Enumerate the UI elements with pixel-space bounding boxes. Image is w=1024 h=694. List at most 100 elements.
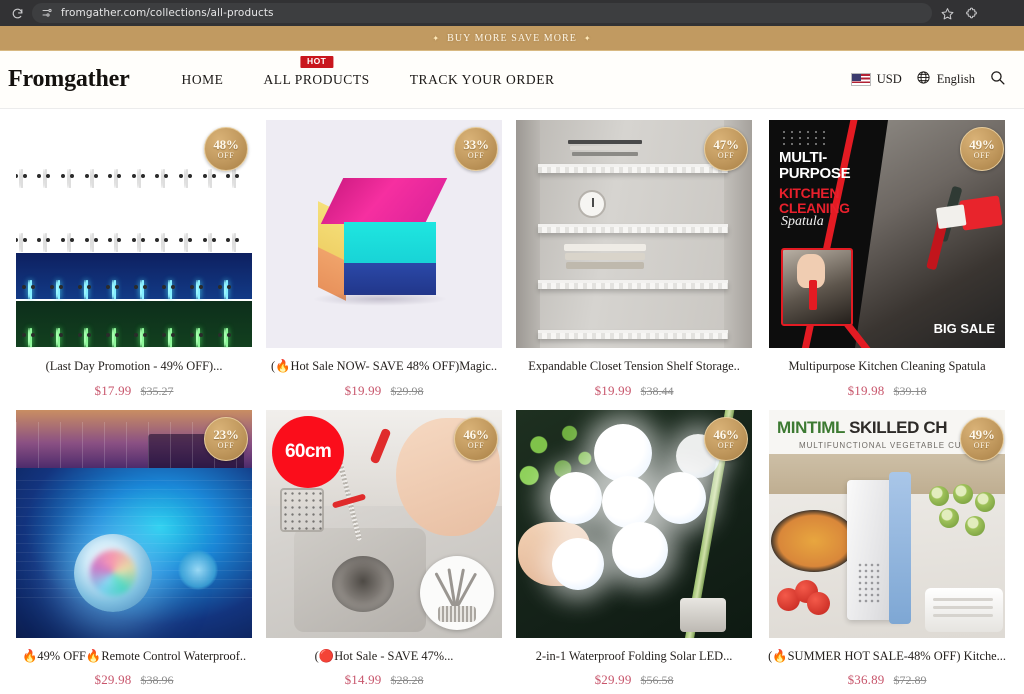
product-meta: (🔥SUMMER HOT SALE-48% OFF) Kitche... $36…	[762, 639, 1012, 694]
sale-price: $19.98	[847, 382, 885, 398]
sparkle-icon-left: ✦	[432, 33, 441, 43]
product-image-link[interactable]: 46% OFF	[512, 408, 757, 639]
nav-label: ALL PRODUCTS	[263, 71, 370, 87]
product-card[interactable]: 47% OFF Expandable Closet Tension Shelf …	[512, 115, 757, 405]
compare-price: $35.27	[140, 383, 174, 398]
product-card[interactable]: 48% OFF (Last Day Promotion - 49% OFF)..…	[12, 115, 257, 405]
product-image-link[interactable]: MINTIML SKILLED CH MULTIFUNCTIONAL VEGET…	[762, 408, 1012, 639]
nav-label: TRACK YOUR ORDER	[409, 71, 555, 87]
product-prices: $29.98 $38.96	[16, 672, 252, 688]
image-size-badge: 60cm	[272, 415, 345, 488]
product-image-link[interactable]: 47% OFF	[512, 119, 757, 349]
star-icon[interactable]	[936, 2, 958, 24]
sale-price: $19.99	[594, 382, 632, 398]
product-title[interactable]: Multipurpose Kitchen Cleaning Spatula	[766, 359, 1008, 375]
product-image-link[interactable]: MULTI- PURPOSE KITCHEN CLEANING Spatula …	[762, 119, 1012, 349]
search-button[interactable]	[989, 69, 1006, 90]
product-title[interactable]: 🔥49% OFF🔥Remote Control Waterproof..	[16, 649, 252, 665]
product-image-link[interactable]: 23% OFF	[12, 408, 257, 639]
compare-price: $56.58	[640, 673, 674, 687]
discount-off-label: OFF	[717, 440, 735, 450]
product-card[interactable]: 46% OFF 2-in-1 Waterproof Folding Solar …	[512, 405, 757, 694]
discount-percent: 47%	[713, 137, 739, 152]
discount-off-label: OFF	[467, 440, 485, 450]
product-card[interactable]: 23% OFF 🔥49% OFF🔥Remote Control Waterpro…	[12, 405, 257, 694]
product-title[interactable]: Expandable Closet Tension Shelf Storage.…	[516, 359, 752, 375]
product-image-link[interactable]: 60cm 46% OFF	[262, 408, 507, 639]
product-meta: (🔴Hot Sale - SAVE 47%... $14.99 $28.28	[262, 639, 506, 694]
product-image-link[interactable]: 48% OFF	[12, 119, 257, 349]
product-prices: $17.99 $35.27	[16, 383, 252, 399]
currency-selector[interactable]: USD	[850, 72, 902, 87]
product-grid: 48% OFF (Last Day Promotion - 49% OFF)..…	[0, 109, 1024, 694]
product-prices: $29.99 $56.58	[516, 672, 752, 688]
discount-percent: 33%	[463, 137, 489, 152]
product-prices: $19.99 $29.98	[266, 383, 502, 399]
nav-label: HOME	[181, 71, 224, 87]
product-card[interactable]: 33% OFF (🔥Hot Sale NOW- SAVE 48% OFF)Mag…	[262, 115, 507, 405]
product-prices: $14.99 $28.28	[266, 672, 502, 688]
brand-logo[interactable]: Fromgather	[8, 66, 130, 93]
discount-off-label: OFF	[973, 151, 991, 160]
discount-badge: 46% OFF	[454, 416, 499, 461]
discount-percent: 23%	[213, 426, 239, 442]
compare-price: $38.96	[140, 673, 174, 687]
image-corner-text: BIG SALE	[933, 321, 996, 337]
language-label: English	[936, 72, 975, 86]
discount-off-label: OFF	[973, 440, 991, 450]
sale-price: $29.99	[594, 672, 632, 687]
announcement-bar: ✦ BUY MORE SAVE MORE ✦	[0, 26, 1024, 51]
nav-item-all-products[interactable]: HOT ALL PRODUCTS	[243, 55, 389, 88]
discount-badge: 33% OFF	[454, 127, 499, 171]
nav-item-home[interactable]: HOME	[162, 72, 244, 88]
us-flag-icon	[850, 73, 871, 86]
product-card[interactable]: MINTIML SKILLED CH MULTIFUNCTIONAL VEGET…	[762, 405, 1012, 694]
browser-toolbar: fromgather.com/collections/all-products	[0, 0, 1024, 26]
discount-percent: 49%	[969, 426, 995, 442]
image-headline-line1: MULTI-	[779, 149, 827, 166]
globe-icon	[916, 70, 931, 89]
discount-badge: 48% OFF	[204, 127, 249, 171]
discount-badge: 47% OFF	[704, 127, 749, 171]
product-image-link[interactable]: 33% OFF	[262, 119, 507, 349]
product-meta: Expandable Closet Tension Shelf Storage.…	[512, 349, 756, 405]
announcement-text: BUY MORE SAVE MORE	[447, 32, 577, 44]
discount-off-label: OFF	[717, 151, 735, 160]
site-settings-icon[interactable]	[40, 6, 54, 20]
browser-actions	[936, 2, 982, 24]
currency-label: USD	[876, 72, 902, 86]
image-headline-line3: KITCHEN	[779, 185, 840, 201]
product-prices: $19.98 $39.18	[766, 383, 1008, 399]
discount-percent: 46%	[463, 426, 489, 442]
url-text: fromgather.com/collections/all-products	[61, 7, 274, 19]
image-brand-text: MINTIML	[777, 417, 845, 437]
discount-off-label: OFF	[217, 151, 235, 160]
product-title[interactable]: (🔴Hot Sale - SAVE 47%...	[266, 649, 502, 665]
compare-price: $29.98	[390, 383, 424, 398]
language-selector[interactable]: English	[916, 70, 975, 89]
main-nav: HOME HOT ALL PRODUCTS TRACK YOUR ORDER	[162, 55, 575, 88]
sale-price: $29.98	[94, 672, 132, 687]
discount-badge: 46% OFF	[704, 416, 749, 461]
sparkle-icon-right: ✦	[583, 33, 592, 43]
product-card[interactable]: MULTI- PURPOSE KITCHEN CLEANING Spatula …	[762, 115, 1012, 405]
product-card[interactable]: 60cm 46% OFF (🔴Hot Sale - SAVE 47%... $1…	[262, 405, 507, 694]
product-meta: 2-in-1 Waterproof Folding Solar LED... $…	[512, 639, 756, 694]
product-title[interactable]: (🔥Hot Sale NOW- SAVE 48% OFF)Magic..	[266, 359, 502, 375]
sale-price: $14.99	[344, 672, 382, 687]
discount-off-label: OFF	[217, 440, 235, 450]
site-header: Fromgather HOME HOT ALL PRODUCTS TRACK Y…	[0, 51, 1024, 109]
header-utilities: USD English	[850, 69, 1010, 90]
address-bar[interactable]: fromgather.com/collections/all-products	[32, 3, 932, 23]
product-title[interactable]: 2-in-1 Waterproof Folding Solar LED...	[516, 649, 752, 665]
product-prices: $36.89 $72.89	[766, 672, 1008, 688]
reload-icon[interactable]	[6, 2, 28, 24]
extensions-icon[interactable]	[960, 2, 982, 24]
compare-price: $39.18	[893, 383, 927, 398]
nav-item-track-your-order[interactable]: TRACK YOUR ORDER	[390, 72, 575, 88]
compare-price: $72.89	[893, 673, 927, 687]
product-title[interactable]: (🔥SUMMER HOT SALE-48% OFF) Kitche...	[766, 649, 1008, 665]
product-title[interactable]: (Last Day Promotion - 49% OFF)...	[16, 359, 252, 375]
search-icon	[989, 69, 1006, 90]
discount-percent: 46%	[713, 426, 739, 442]
